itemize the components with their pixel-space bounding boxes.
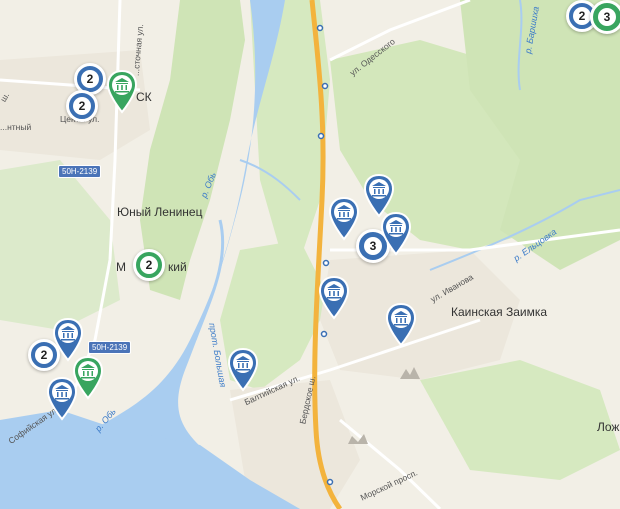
museum-cluster-marker[interactable]: 2 [133, 249, 165, 281]
museum-pin-marker[interactable] [380, 212, 412, 256]
museum-icon [328, 197, 360, 241]
map-canvas[interactable]: Юный Ленинец Каинская Заимка М кий СК Ло… [0, 0, 620, 509]
place-label-mikhaylovsky-end: кий [168, 260, 187, 274]
museum-icon [385, 303, 417, 347]
place-label-yuny-leninets: Юный Ленинец [117, 205, 203, 219]
place-label-ntny-fragment: ...нтный [0, 122, 32, 132]
museum-pin-marker[interactable] [328, 197, 360, 241]
cluster-count: 2 [35, 346, 53, 364]
museum-icon [46, 377, 78, 421]
museum-pin-marker[interactable] [106, 70, 138, 114]
museum-icon [106, 70, 138, 114]
building-landmark-icon [348, 434, 368, 444]
museum-pin-marker[interactable] [46, 377, 78, 421]
place-label-mikhaylovsky-start: М [116, 260, 126, 274]
place-label-kainskaya-zaimka: Каинская Заимка [451, 305, 548, 319]
building-landmark-icon [400, 367, 420, 379]
museum-pin-marker[interactable] [227, 348, 259, 392]
museum-pin-marker[interactable] [385, 303, 417, 347]
forest-area [420, 360, 620, 480]
place-label-sk-fragment: СК [136, 90, 152, 104]
cluster-count: 2 [73, 97, 91, 115]
place-label-lozh-fragment: Лож [597, 420, 620, 434]
cluster-count: 2 [81, 70, 99, 88]
museum-pin-marker[interactable] [318, 276, 350, 320]
museum-cluster-marker[interactable]: 3 [590, 0, 620, 34]
cluster-count: 2 [140, 256, 158, 274]
museum-icon [318, 276, 350, 320]
museum-icon [227, 348, 259, 392]
museum-cluster-marker[interactable]: 2 [66, 90, 98, 122]
cluster-count: 3 [598, 8, 616, 26]
cluster-count: 2 [573, 7, 591, 25]
highway-shield: 50Н-2139 [58, 165, 102, 178]
highway-shield: 50Н-2139 [88, 341, 132, 354]
museum-icon [380, 212, 412, 256]
